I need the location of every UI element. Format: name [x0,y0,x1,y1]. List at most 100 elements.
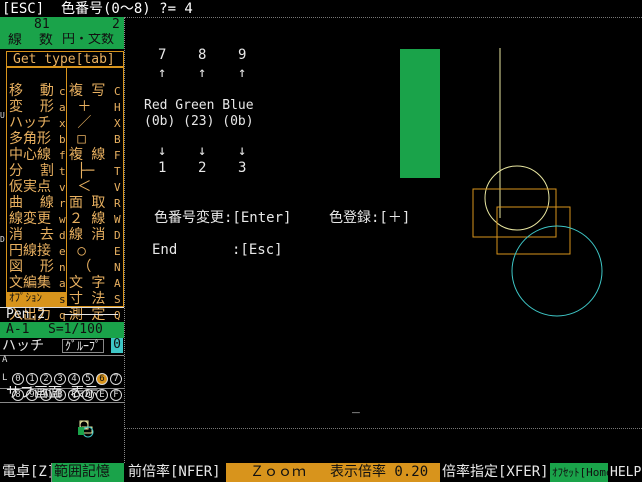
digit-bottom-2: 3 [238,160,247,176]
group-number[interactable]: 0 [111,338,123,353]
menu-item-left-2[interactable]: ハッチ x [7,116,66,132]
menu-divider [66,67,67,307]
menu-item-label: 線変更 [9,211,51,227]
menu-item-left-0[interactable]: 移 動c [7,84,66,100]
digit-top-2: 9 [238,47,247,63]
menu-item-key: e [59,245,66,258]
help-button[interactable]: HELP [608,463,642,482]
offset-button[interactable]: ｵﾌｾｯﾄ[Home] [550,463,608,482]
menu-item-label: □ [69,131,86,147]
menu-item-left-1[interactable]: 変 形a [7,100,66,116]
hatch-label[interactable]: ハッチ [2,339,44,353]
menu-item-right-6[interactable]: ＜ V [67,180,123,196]
menu-item-right-9[interactable]: 線 消D [67,228,123,244]
menu-item-right-3[interactable]: □ B [67,132,123,148]
menu-item-key: W [114,213,121,226]
menu-item-left-11[interactable]: 図 形n [7,260,66,276]
yellow-circle [484,165,550,231]
menu-item-label: 線 消 [69,227,106,243]
get-type-button[interactable]: Get type[tab] [6,51,124,67]
menu-item-right-10[interactable]: ○ E [67,244,123,260]
sub-screen-drawing [78,420,94,438]
pen-line-sample [64,314,118,315]
line-count: 81 [34,18,50,31]
cyan-circle [511,225,603,317]
menu-item-label: 複 線 [69,147,106,163]
menu-item-key: w [59,213,66,226]
menu-item-key: r [59,197,66,210]
menu-item-left-10[interactable]: 円線接 e [7,244,66,260]
end-label: End [152,242,178,258]
menu-item-right-11[interactable]: （N [67,260,123,276]
menu-item-right-13[interactable]: 寸 法S [67,292,123,308]
menu-item-right-8[interactable]: ２ 線 W [67,212,123,228]
menu-item-left-6[interactable]: 仮実点 v [7,180,66,196]
previous-zoom-button[interactable]: 前倍率[NFER] [126,463,226,482]
menu-item-label: 面 取 [69,195,106,211]
sub-screen-toggle[interactable]: サブ画面 表示 [6,386,98,400]
line-count-label: 線 数 [8,33,53,47]
range-memory-button[interactable]: 範囲記憶 [52,463,124,482]
orange-rect-small [496,206,571,255]
menu-item-left-12[interactable]: 文編集 a [7,276,66,292]
green-color-swatch [400,49,440,178]
menu-item-label: 多角形 [9,131,51,147]
rgb-header: Red Green Blue [144,98,254,113]
menu-item-key: c [59,85,66,98]
arrow-down-2: ↓ [238,143,247,159]
menu-item-key: X [114,117,121,130]
menu-item-right-7[interactable]: 面 取R [67,196,123,212]
layer-button-1[interactable]: 1 [26,373,38,385]
layer-button-2[interactable]: 2 [40,373,52,385]
calculator-button[interactable]: 電卓[Z] [0,463,52,482]
menu-item-key: v [59,181,66,194]
layer-button-6[interactable]: 6 [96,373,108,385]
left-panel: 81 2 線 数 円・文数 Get type[tab] 移 動 c 変 形 a ハッチ x… [0,17,124,463]
layer-button-7[interactable]: 7 [110,373,122,385]
menu-item-label: 円線接 [9,243,51,259]
menu-item-left-3[interactable]: 多角形 b [7,132,66,148]
layer-button-5[interactable]: 5 [82,373,94,385]
menu-item-right-5[interactable]: ├─ T [67,164,123,180]
zoom-button[interactable]: Ｚｏｏｍ [226,463,328,482]
menu-item-right-1[interactable]: ＋ H [67,100,123,116]
menu-item-right-4[interactable]: 複 線F [67,148,123,164]
menu-item-label: 文編集 [9,275,51,291]
menu-item-label: 変 形 [9,99,54,115]
menu-item-left-5[interactable]: 分 割t [7,164,66,180]
menu-item-left-9[interactable]: 消 去d [7,228,66,244]
pen-indicator[interactable]: Pen.2 [0,307,124,321]
menu-item-key: b [59,133,66,146]
menu-item-right-2[interactable]: ／ X [67,116,123,132]
menu-item-key: C [114,85,121,98]
drawing-canvas[interactable]: 7 8 9 ↑ ↑ ↑ Red Green Blue (0b) (23) (0b) ↓ ↓… [125,18,642,428]
menu-item-key: E [114,245,121,258]
layer-button-3[interactable]: 3 [54,373,66,385]
arrow-down-0: ↓ [158,143,167,159]
pen-label: Pen.2 [6,307,46,321]
group-button[interactable]: ｸﾞﾙｰﾌﾟ [62,339,105,353]
menu-item-key: V [114,181,121,194]
menu-item-right-0[interactable]: 複 写C [67,84,123,100]
menu-item-left-13[interactable]: ｵﾌﾟｼｮﾝ s [7,292,66,308]
layer-button-F[interactable]: F [110,389,122,401]
sheet-scale-bar[interactable]: A-1 S=1/100 [0,322,124,338]
menu-item-left-7[interactable]: 曲 線r [7,196,66,212]
status-bar: 電卓[Z] 範囲記憶 前倍率[NFER] Ｚｏｏｍ 表示倍率 0.20 倍率指定… [0,463,642,482]
menu-item-left-4[interactable]: 中心線 f [7,148,66,164]
menu-item-label: 移 動 [9,83,54,99]
arrow-up-2: ↑ [238,65,247,81]
menu-item-key: S [114,293,121,306]
side-mark-a: A [2,355,8,365]
layer-button-4[interactable]: 4 [68,373,80,385]
drawing-scale: S=1/100 [48,322,103,337]
zoom-set-button[interactable]: 倍率指定[XFER] [440,463,550,482]
menu-item-right-12[interactable]: 文 字A [67,276,123,292]
menu-item-left-8[interactable]: 線変更 w [7,212,66,228]
layer-button-0[interactable]: 0 [12,373,24,385]
menu-item-label: 中心線 [9,147,51,163]
menu-item-key: A [114,277,121,290]
menu-item-label: 消 去 [9,227,54,243]
menu-item-label: 仮実点 [9,179,51,195]
sub-screen-preview[interactable] [0,402,124,463]
